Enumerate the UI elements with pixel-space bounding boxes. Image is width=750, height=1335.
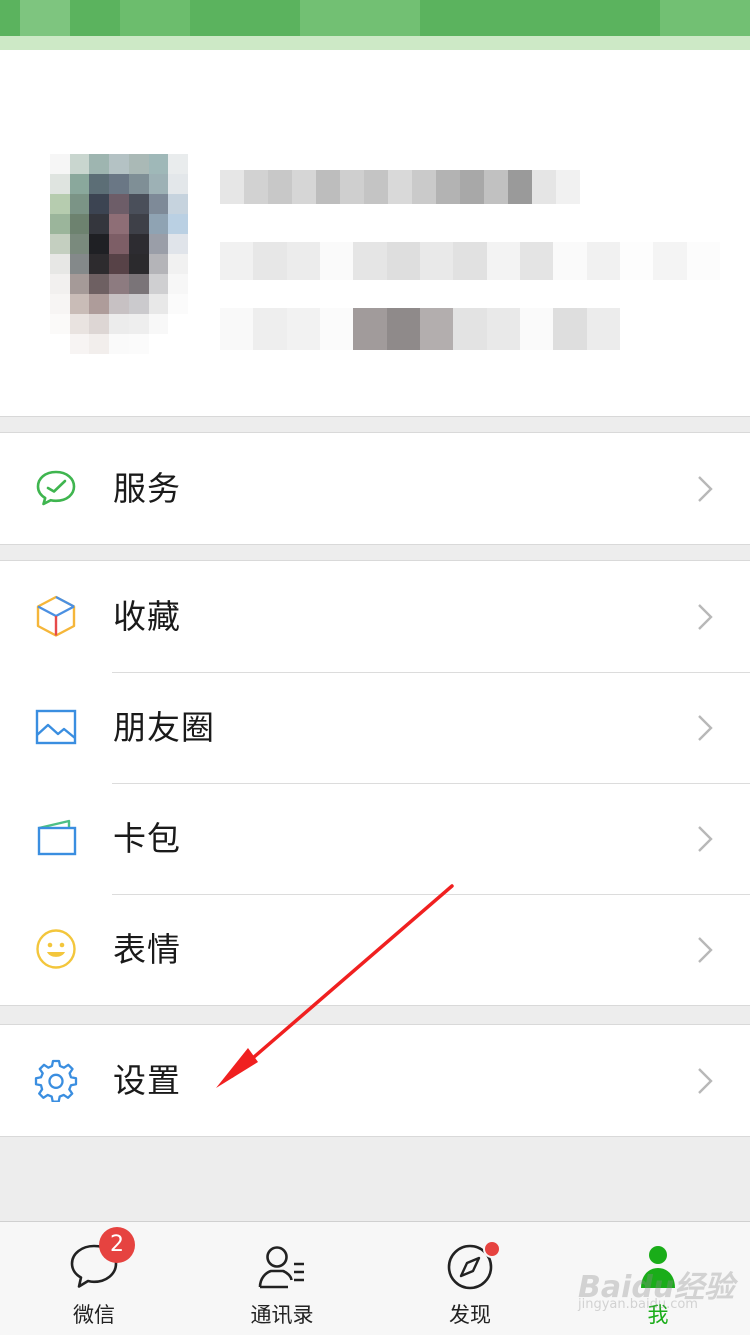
menu-item-label: 收藏 <box>113 597 181 636</box>
profile-header[interactable] <box>0 50 750 417</box>
menu-group-settings: 设置 <box>0 1024 750 1137</box>
menu-item-moments[interactable]: 朋友圈 <box>0 672 750 783</box>
status-bar-blur <box>300 0 420 36</box>
profile-wechat-id-blur <box>220 242 720 280</box>
menu-item-label: 服务 <box>113 469 181 508</box>
status-bar-blur <box>120 0 190 36</box>
menu-item-label: 朋友圈 <box>113 708 215 747</box>
menu-item-settings[interactable]: 设置 <box>0 1025 750 1136</box>
status-bar-blur <box>660 0 750 36</box>
chevron-right-icon <box>698 1068 713 1094</box>
status-bar-blur <box>20 0 70 36</box>
chevron-right-icon <box>698 937 713 963</box>
chevron-right-icon <box>698 476 713 502</box>
service-icon <box>36 470 76 506</box>
menu-item-label: 设置 <box>113 1061 181 1100</box>
profile-status-blur <box>220 308 620 350</box>
chevron-right-icon <box>698 715 713 741</box>
moments-image-icon <box>35 709 77 745</box>
avatar[interactable] <box>50 154 188 354</box>
tab-label: 发现 <box>449 1303 491 1327</box>
tab-label: 通讯录 <box>250 1303 314 1327</box>
discover-new-dot <box>483 1240 501 1258</box>
profile-name-blur <box>220 170 580 204</box>
unread-badge: 2 <box>99 1227 135 1263</box>
menu-item-favorites[interactable]: 收藏 <box>0 561 750 672</box>
menu-item-service[interactable]: 服务 <box>0 433 750 544</box>
watermark-url: jingyan.baidu.com <box>578 1297 698 1312</box>
contacts-icon <box>258 1246 304 1289</box>
tab-label: 微信 <box>73 1303 115 1327</box>
menu-item-stickers[interactable]: 表情 <box>0 894 750 1005</box>
menu-item-label: 表情 <box>113 930 181 969</box>
menu-item-card-wallet[interactable]: 卡包 <box>0 783 750 894</box>
chevron-right-icon <box>698 826 713 852</box>
menu-group-main: 收藏 朋友圈 卡包 表情 <box>0 560 750 1006</box>
menu-group-service: 服务 <box>0 432 750 545</box>
gear-icon <box>34 1059 78 1102</box>
smiley-icon <box>36 929 76 969</box>
chevron-right-icon <box>698 604 713 630</box>
favorites-cube-icon <box>36 595 76 637</box>
card-wallet-icon <box>37 819 77 856</box>
tab-contacts[interactable]: 通讯录 <box>188 1222 376 1335</box>
status-bar <box>0 0 750 50</box>
tab-chats[interactable]: 2 微信 <box>0 1222 188 1335</box>
tab-discover[interactable]: 发现 <box>376 1222 564 1335</box>
menu-item-label: 卡包 <box>113 819 181 858</box>
